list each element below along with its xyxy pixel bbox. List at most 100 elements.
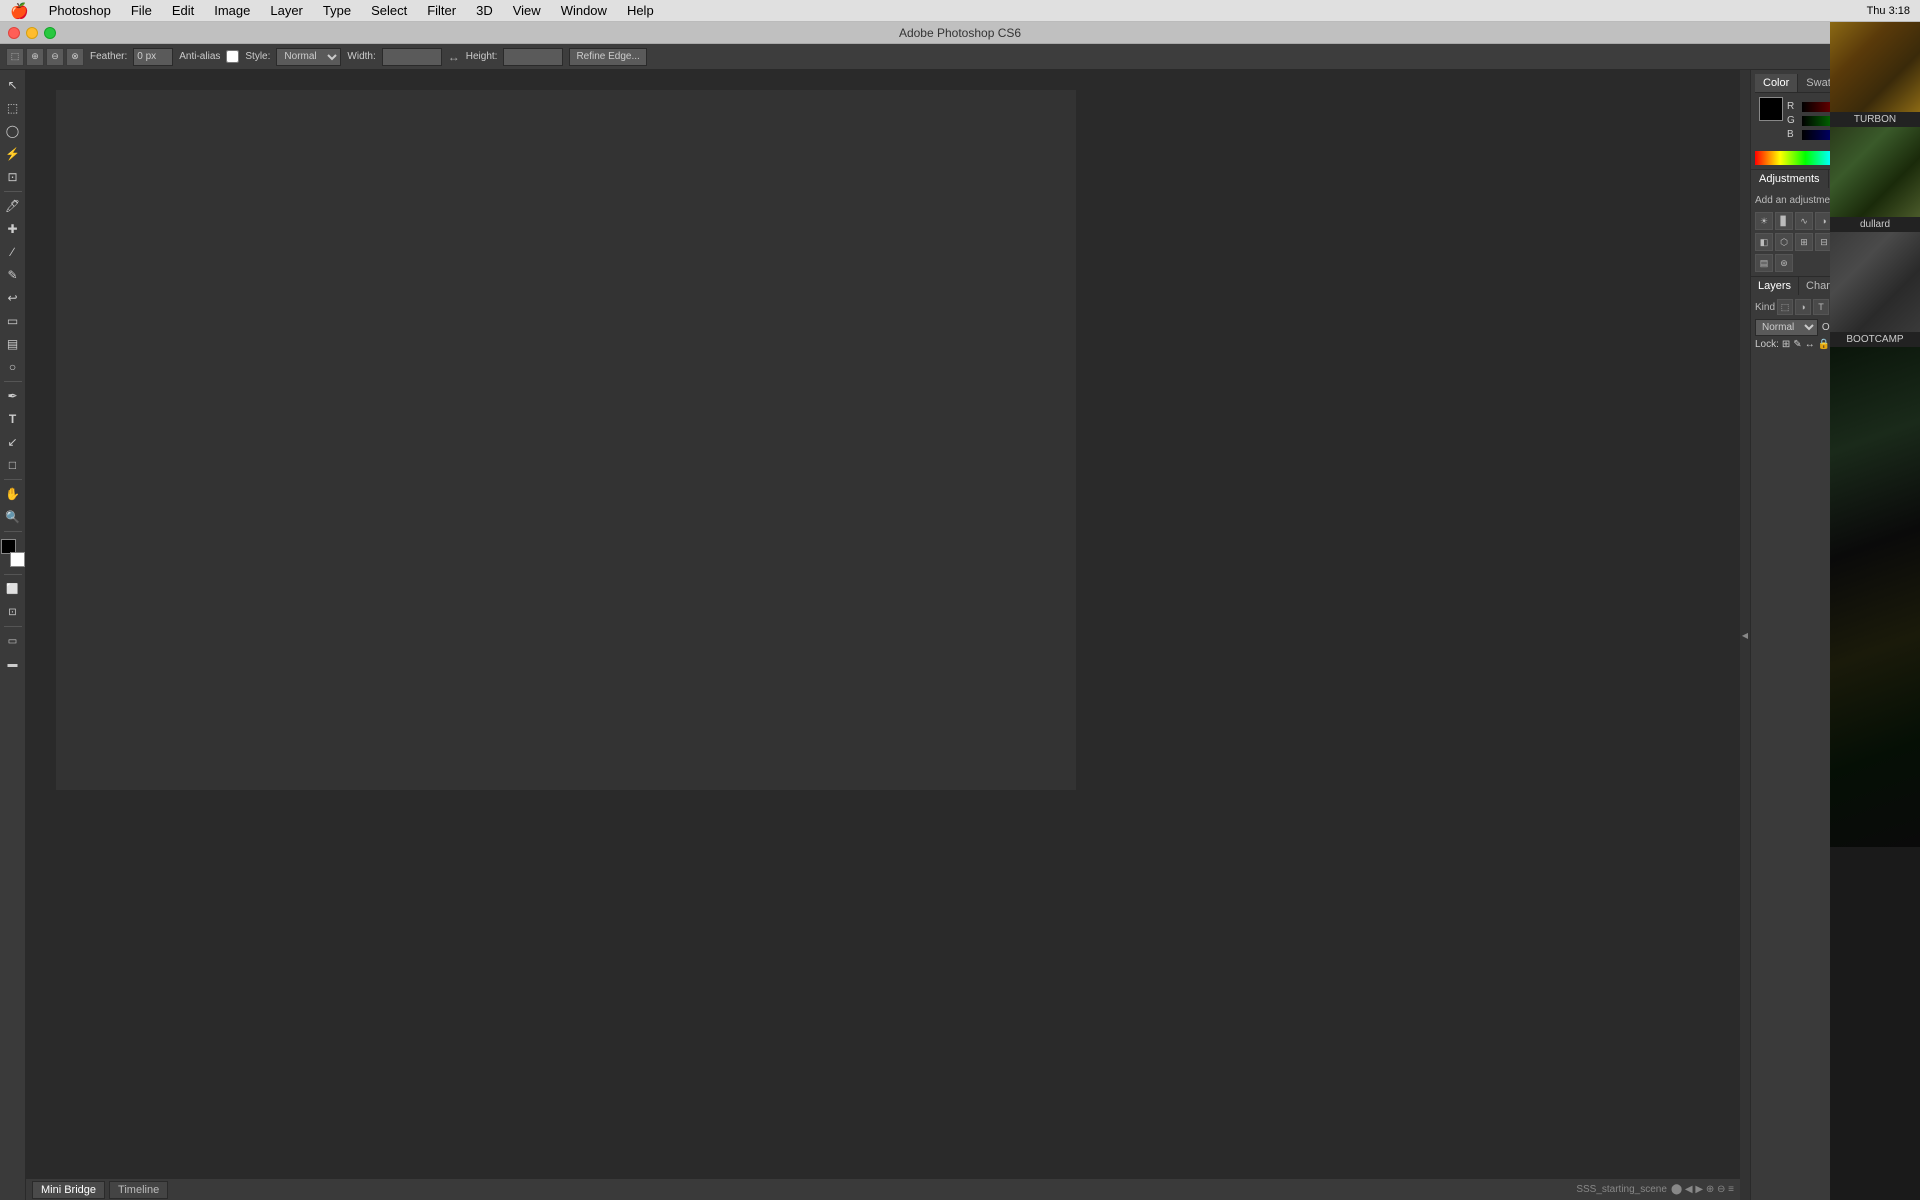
menu-file[interactable]: File	[121, 3, 162, 18]
menu-help[interactable]: Help	[617, 3, 664, 18]
feather-input[interactable]	[133, 48, 173, 66]
zoom-tool-button[interactable]: 🔍	[2, 506, 24, 528]
eraser-tool-button[interactable]: ▭	[2, 310, 24, 332]
full-screen-mode-button[interactable]: ▬	[2, 653, 24, 675]
canvas-wrapper: Mini Bridge Timeline SSS_starting_scene …	[26, 70, 1740, 1200]
menu-layer[interactable]: Layer	[260, 3, 313, 18]
eyedropper-tool-button[interactable]: 🖊	[2, 195, 24, 217]
layer-filter-pixel-icon[interactable]: ⬚	[1777, 299, 1793, 315]
subtract-selection-icon[interactable]: ⊖	[46, 48, 64, 66]
photo-filter-icon[interactable]: ⬡	[1775, 233, 1793, 251]
menu-edit[interactable]: Edit	[162, 3, 204, 18]
curves-icon[interactable]: ∿	[1795, 212, 1813, 230]
lasso-tool-button[interactable]: ◯	[2, 120, 24, 142]
gradient-map-icon[interactable]: ▤	[1755, 254, 1773, 272]
style-label: Style:	[245, 51, 270, 62]
pen-tool-button[interactable]: ✒	[2, 385, 24, 407]
menu-select[interactable]: Select	[361, 3, 417, 18]
color-preview-swatch[interactable]	[1759, 97, 1783, 121]
photoshop-window: Adobe Photoshop CS6 ⬚ ⊕ ⊖ ⊗ Feather: Ant…	[0, 22, 1920, 1200]
lock-checkerboard-icon[interactable]: ⊞	[1782, 339, 1790, 350]
style-select[interactable]: Normal	[276, 48, 341, 66]
canvas-bottom-bar: Mini Bridge Timeline SSS_starting_scene …	[26, 1178, 1740, 1200]
gradient-tool-button[interactable]: ▤	[2, 333, 24, 355]
timeline-tab[interactable]: Timeline	[109, 1181, 168, 1199]
lock-all-icon[interactable]: 🔒	[1818, 339, 1830, 350]
brush-tool-button[interactable]: ∕	[2, 241, 24, 263]
photo-dullard-image	[1830, 127, 1920, 217]
width-input[interactable]	[382, 48, 442, 66]
options-bar: ⬚ ⊕ ⊖ ⊗ Feather: Anti-alias Style: Norma…	[0, 44, 1920, 70]
photo-dullard-label: dullard	[1830, 217, 1920, 232]
move-tool-button[interactable]: ↖	[2, 74, 24, 96]
canvas[interactable]	[56, 90, 1076, 790]
standard-mode-button[interactable]: ⬜	[2, 578, 24, 600]
new-selection-icon[interactable]: ⬚	[6, 48, 24, 66]
add-selection-icon[interactable]: ⊕	[26, 48, 44, 66]
menu-filter[interactable]: Filter	[417, 3, 466, 18]
type-tool-button[interactable]: T	[2, 408, 24, 430]
menu-view[interactable]: View	[503, 3, 551, 18]
tool-separator-5	[4, 574, 22, 575]
photo-card-dullard[interactable]: dullard	[1830, 127, 1920, 232]
height-label: Height:	[466, 51, 498, 62]
blue-label: B	[1787, 129, 1799, 140]
apple-menu[interactable]: 🍎	[0, 2, 39, 20]
path-selection-tool-button[interactable]: ↙	[2, 431, 24, 453]
selective-color-icon[interactable]: ⊛	[1775, 254, 1793, 272]
menu-type[interactable]: Type	[313, 3, 361, 18]
quick-selection-tool-button[interactable]: ⚡	[2, 143, 24, 165]
photo-card-turbon[interactable]: TURBON	[1830, 22, 1920, 127]
bottom-status-text: SSS_starting_scene	[1576, 1184, 1667, 1195]
tool-separator-3	[4, 479, 22, 480]
screen-mode-button[interactable]: ▭	[2, 630, 24, 652]
rectangular-marquee-tool-button[interactable]: ⬚	[2, 97, 24, 119]
healing-brush-tool-button[interactable]: ✚	[2, 218, 24, 240]
shape-tool-button[interactable]: □	[2, 454, 24, 476]
refine-edge-button[interactable]: Refine Edge...	[569, 48, 646, 66]
photo-card-bootcamp[interactable]: BOOTCAMP	[1830, 232, 1920, 347]
photo-turbon-label: TURBON	[1830, 112, 1920, 127]
height-input[interactable]	[503, 48, 563, 66]
close-button[interactable]	[8, 27, 20, 39]
layers-tab[interactable]: Layers	[1751, 277, 1799, 295]
layer-filter-adjust-icon[interactable]: ◑	[1795, 299, 1811, 315]
brightness-contrast-icon[interactable]: ☀	[1755, 212, 1773, 230]
width-label: Width:	[347, 51, 375, 62]
menu-image[interactable]: Image	[204, 3, 260, 18]
kind-label: Kind	[1755, 302, 1775, 313]
adjustments-tab[interactable]: Adjustments	[1751, 170, 1829, 188]
intersect-selection-icon[interactable]: ⊗	[66, 48, 84, 66]
menu-photoshop[interactable]: Photoshop	[39, 3, 121, 18]
panel-collapse-left[interactable]: ◀	[1740, 70, 1750, 1200]
layer-filter-type-icon[interactable]: T	[1813, 299, 1829, 315]
far-right-panel: TURBON dullard BOOTCAMP	[1830, 22, 1920, 1200]
blend-mode-select[interactable]: Normal	[1755, 319, 1818, 336]
clone-stamp-tool-button[interactable]: ✎	[2, 264, 24, 286]
channel-mixer-icon[interactable]: ⊞	[1795, 233, 1813, 251]
mini-bridge-tab[interactable]: Mini Bridge	[32, 1181, 105, 1199]
color-swatches[interactable]	[1, 539, 25, 567]
color-tab[interactable]: Color	[1755, 74, 1798, 92]
lock-move-icon[interactable]: ↔	[1805, 339, 1815, 350]
black-white-icon[interactable]: ◧	[1755, 233, 1773, 251]
tool-separator-2	[4, 381, 22, 382]
anti-alias-checkbox[interactable]	[226, 50, 239, 63]
menu-window[interactable]: Window	[551, 3, 617, 18]
menu-3d[interactable]: 3D	[466, 3, 503, 18]
photo-bootcamp-label: BOOTCAMP	[1830, 332, 1920, 347]
content-area: ↖ ⬚ ◯ ⚡ ⊡ 🖊 ✚ ∕ ✎ ↩ ▭ ▤ ○ ✒ T ↙ □ ✋ 🔍	[0, 70, 1920, 1200]
system-clock: Thu 3:18	[1867, 5, 1910, 17]
photo-turbon-image	[1830, 22, 1920, 112]
dodge-tool-button[interactable]: ○	[2, 356, 24, 378]
background-color[interactable]	[10, 552, 25, 567]
minimize-button[interactable]	[26, 27, 38, 39]
crop-tool-button[interactable]: ⊡	[2, 166, 24, 188]
hand-tool-button[interactable]: ✋	[2, 483, 24, 505]
maximize-button[interactable]	[44, 27, 56, 39]
history-brush-tool-button[interactable]: ↩	[2, 287, 24, 309]
levels-icon[interactable]: ▊	[1775, 212, 1793, 230]
title-bar: Adobe Photoshop CS6	[0, 22, 1920, 44]
quick-mask-button[interactable]: ⊡	[2, 601, 24, 623]
lock-brush-icon[interactable]: ✎	[1793, 339, 1801, 350]
